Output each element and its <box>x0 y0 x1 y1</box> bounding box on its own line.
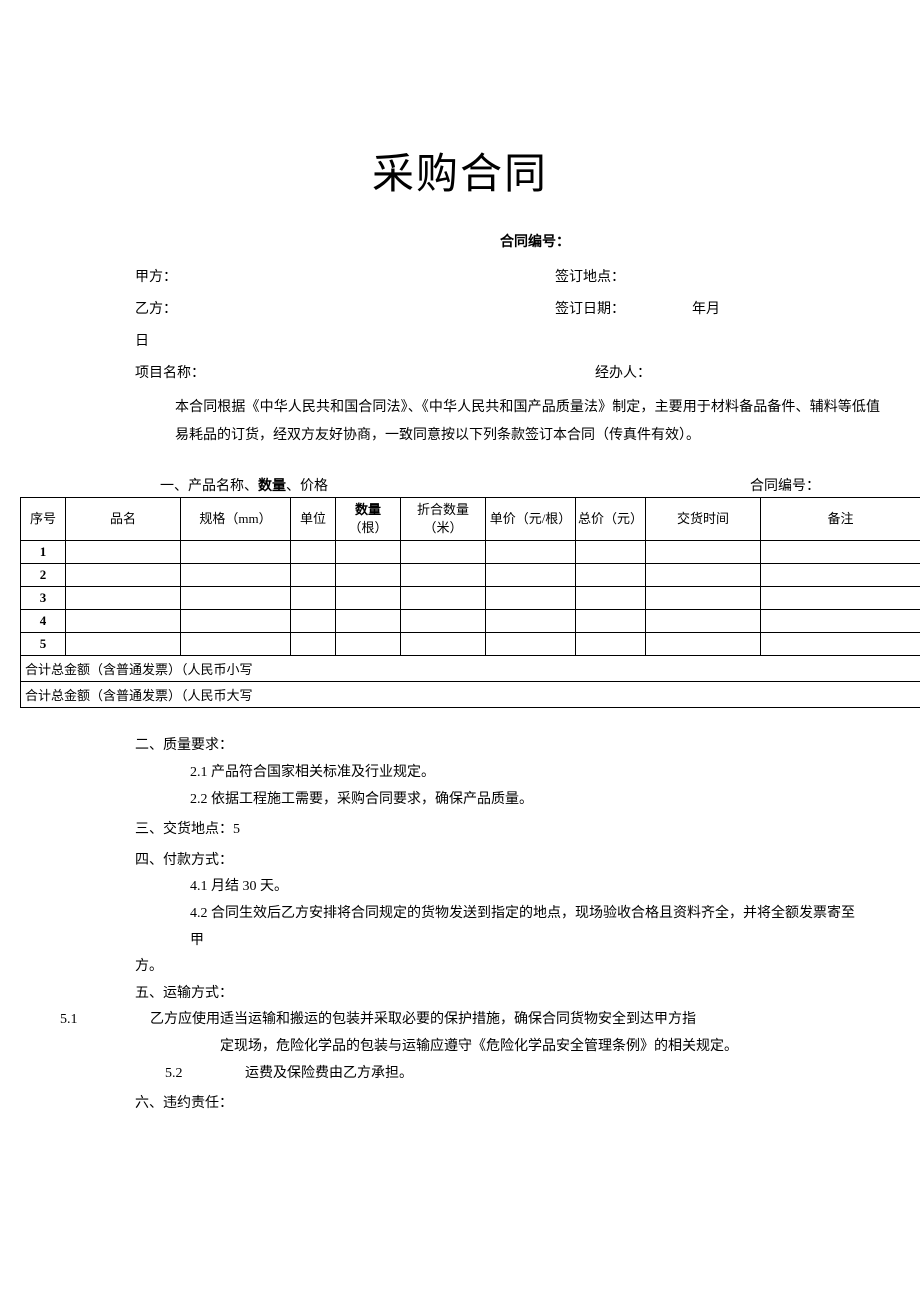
table-row: 1 <box>21 541 920 564</box>
col-delivery: 交货时间 <box>646 498 761 541</box>
col-name: 品名 <box>66 498 181 541</box>
table-row: 3 <box>21 587 920 610</box>
intro-paragraph: 本合同根据《中华人民共和国合同法》、《中华人民共和国产品质量法》制定，主要用于材… <box>20 394 900 450</box>
table-header-row: 序号 品名 规格（mm） 单位 数量（根） 折合数量（米） 单价（元/根） 总价… <box>21 498 920 541</box>
section-2-2: 2.2 依据工程施工需要，采购合同要求，确保产品质量。 <box>135 787 860 814</box>
section-4-1: 4.1 月结 30 天。 <box>135 874 860 901</box>
section-5-2: 5.2 运费及保险费由乙方承担。 <box>135 1061 860 1088</box>
section-6: 六、违约责任： <box>135 1091 860 1118</box>
day-label: 日 <box>135 330 149 350</box>
section-1-title-row: 一、产品名称、数量、价格 合同编号： <box>20 475 900 495</box>
document-page: 采购合同 合同编号： 甲方： 签订地点： 乙方： 签订日期： 年月 日 项目名称… <box>0 0 920 1178</box>
sign-date-value: 年月 <box>692 302 720 317</box>
col-spec: 规格（mm） <box>181 498 291 541</box>
section-2-title: 二、质量要求： <box>135 733 860 760</box>
section-4-2: 4.2 合同生效后乙方安排将合同规定的货物发送到指定的地点，现场验收合格且资料齐… <box>60 901 860 981</box>
section-1-title: 一、产品名称、数量、价格 <box>160 475 328 495</box>
sign-place-label: 签订地点： <box>555 266 860 286</box>
sum-row-upper: 合计总金额（含普通发票）（人民币大写 <box>21 682 920 708</box>
contract-header: 甲方： 签订地点： 乙方： 签订日期： 年月 日 项目名称： 经办人： <box>20 266 900 382</box>
section-5-1-cont: 定现场，危险化学品的包装与运输应遵守《危险化学品安全管理条例》的相关规定。 <box>80 1034 860 1061</box>
terms-sections: 二、质量要求： 2.1 产品符合国家相关标准及行业规定。 2.2 依据工程施工需… <box>20 733 900 1117</box>
party-a-label: 甲方： <box>135 266 555 286</box>
document-title: 采购合同 <box>20 140 900 201</box>
table-row: 4 <box>21 610 920 633</box>
col-seq: 序号 <box>21 498 66 541</box>
handler-label: 经办人： <box>595 362 860 382</box>
product-table: 序号 品名 规格（mm） 单位 数量（根） 折合数量（米） 单价（元/根） 总价… <box>20 497 920 708</box>
project-label: 项目名称： <box>135 362 595 382</box>
table-row: 5 <box>21 633 920 656</box>
col-total: 总价（元） <box>576 498 646 541</box>
col-qty: 数量（根） <box>336 498 401 541</box>
table-row: 2 <box>21 564 920 587</box>
sum-row-lower: 合计总金额（含普通发票）（人民币小写 <box>21 656 920 682</box>
contract-number-top: 合同编号： <box>500 231 900 251</box>
section-2-1: 2.1 产品符合国家相关标准及行业规定。 <box>135 760 860 787</box>
col-remark: 备注 <box>761 498 920 541</box>
col-price: 单价（元/根） <box>486 498 576 541</box>
section-5-1: 5.1 乙方应使用适当运输和搬运的包装并采取必要的保护措施，确保合同货物安全到达… <box>50 1007 860 1034</box>
section-1-contract-no: 合同编号： <box>750 475 820 495</box>
section-4-title: 四、付款方式： <box>135 848 860 875</box>
col-conv-qty: 折合数量（米） <box>401 498 486 541</box>
col-unit: 单位 <box>291 498 336 541</box>
section-3: 三、交货地点：5 <box>135 817 860 844</box>
section-5-title: 五、运输方式： <box>135 981 860 1008</box>
sign-date-field: 签订日期： 年月 <box>555 298 860 318</box>
sign-date-label: 签订日期： <box>555 302 625 317</box>
party-b-label: 乙方： <box>135 298 555 318</box>
